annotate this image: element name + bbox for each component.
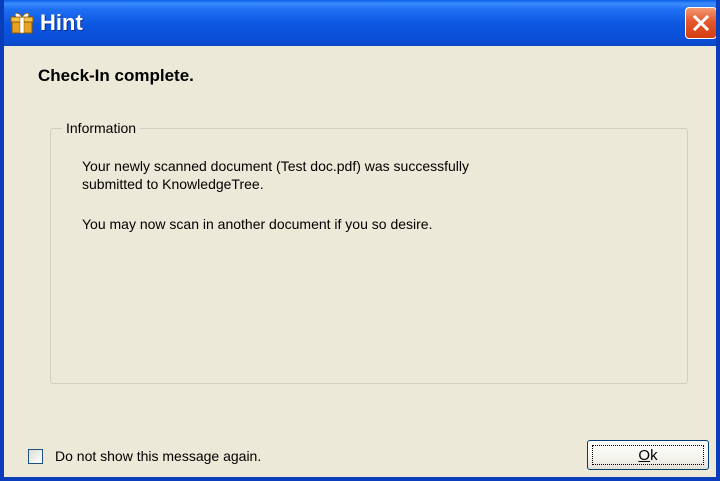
title-bar[interactable]: Hint: [4, 0, 716, 46]
close-button[interactable]: [685, 7, 716, 39]
ok-mnemonic: O: [638, 446, 651, 464]
ok-label-rest: k: [650, 446, 658, 464]
dont-show-again-checkbox[interactable]: [28, 448, 43, 464]
message-heading: Check-In complete.: [38, 66, 194, 85]
info-line-1: Your newly scanned document (Test doc.pd…: [82, 158, 470, 174]
ok-focus-rect: Ok: [592, 445, 704, 465]
dont-show-again-label[interactable]: Do not show this message again.: [55, 448, 261, 465]
ok-button[interactable]: Ok: [587, 440, 709, 470]
window-title: Hint: [40, 10, 83, 35]
hint-dialog: Hint Check-In complete. Information Your…: [0, 0, 720, 481]
dont-show-again-row[interactable]: Do not show this message again.: [28, 446, 261, 466]
gift-box-icon: [10, 11, 34, 35]
information-legend: Information: [62, 120, 141, 137]
close-icon: [692, 14, 710, 32]
ok-label: Ok: [638, 447, 657, 464]
info-line-3: You may now scan in another document if …: [82, 216, 433, 232]
info-line-2: submitted to KnowledgeTree.: [82, 176, 264, 192]
